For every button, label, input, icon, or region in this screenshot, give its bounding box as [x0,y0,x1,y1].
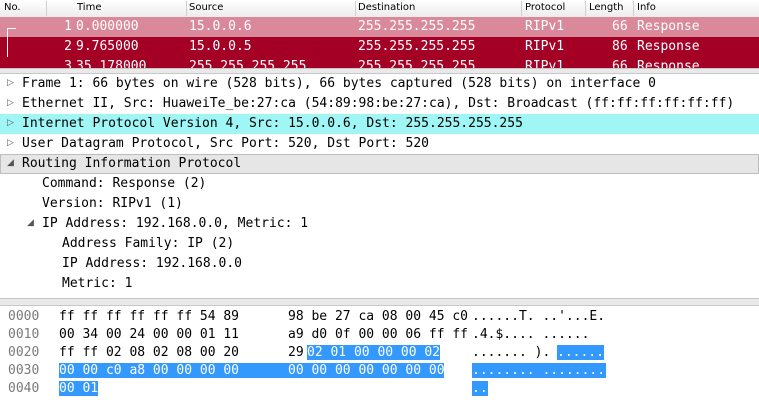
collapse-arrow-icon[interactable]: ◢ [7,158,19,170]
packet-row[interactable]: 3 35.178000 255.255.255.255 255.255.255.… [0,57,759,68]
hex-ascii-selected[interactable]: ........ ........ [472,363,606,378]
expand-arrow-icon[interactable]: ▷ [7,138,19,150]
pane-splitter[interactable] [0,298,759,306]
packet-no: 3 [64,59,72,68]
hex-ascii[interactable]: ......T. ..'...E. [472,309,605,324]
packet-row[interactable]: 1 0.000000 15.0.0.6 255.255.255.255 RIPv… [0,17,759,38]
expand-arrow-icon[interactable]: ▷ [7,78,19,90]
hex-dump-pane[interactable]: 0000 ff ff ff ff ff ff 54 89 98 be 27 ca… [0,308,759,402]
expand-arrow-icon[interactable]: ▷ [7,118,19,130]
packet-no: 2 [64,39,72,54]
tree-item-ip-address[interactable]: IP Address: 192.168.0.0 [0,254,759,274]
column-header-no[interactable]: No. [4,2,21,13]
tree-item-label: Command: Response (2) [42,176,207,191]
column-header-length[interactable]: Length [589,2,624,13]
hex-offset: 0020 [8,345,40,360]
hex-row: 0020 ff ff 02 08 02 08 00 20 29 ec 02 01… [0,344,759,362]
hex-ascii-selected[interactable]: .. [472,381,488,396]
tree-item-version[interactable]: Version: RIPv1 (1) [0,194,759,214]
column-header-protocol[interactable]: Protocol [525,2,565,13]
packet-source: 15.0.0.6 [189,19,252,34]
related-packet-bracket-icon [7,37,8,57]
packet-info: Response [637,19,700,34]
packet-source: 255.255.255.255 [189,59,307,68]
hex-offset: 0000 [8,309,40,324]
collapse-arrow-icon[interactable]: ◢ [27,218,39,230]
packet-length: 66 [612,59,628,68]
tree-item-frame[interactable]: ▷ Frame 1: 66 bytes on wire (528 bits), … [0,74,759,94]
hex-row: 0040 00 01 .. [0,380,759,398]
packet-destination: 255.255.255.255 [358,19,476,34]
tree-item-ip-entry[interactable]: ◢ IP Address: 192.168.0.0, Metric: 1 [0,214,759,234]
packet-length: 86 [612,39,628,54]
packet-time: 0.000000 [76,19,139,34]
tree-item-command[interactable]: Command: Response (2) [0,174,759,194]
hex-bytes-group: 00 00 00 00 00 00 00 00 [288,363,469,378]
packet-list: 1 0.000000 15.0.0.6 255.255.255.255 RIPv… [0,17,759,68]
expand-arrow-icon[interactable]: ▷ [7,98,19,110]
tree-item-metric[interactable]: Metric: 1 [0,274,759,294]
tree-item-label: Frame 1: 66 bytes on wire (528 bits), 66… [22,76,656,91]
tree-item-ip[interactable]: ▷ Internet Protocol Version 4, Src: 15.0… [0,114,759,134]
column-header-info[interactable]: Info [637,2,656,13]
tree-item-label: Ethernet II, Src: HuaweiTe_be:27:ca (54:… [22,96,735,111]
packet-length: 66 [612,19,628,34]
packet-info: Response [637,59,700,68]
hex-row: 0010 00 34 00 24 00 00 01 11 a9 d0 0f 00… [0,326,759,344]
tree-item-ethernet[interactable]: ▷ Ethernet II, Src: HuaweiTe_be:27:ca (5… [0,94,759,114]
hex-bytes-selected[interactable]: 02 01 00 00 00 02 [307,345,441,360]
tree-item-label: IP Address: 192.168.0.0, Metric: 1 [42,216,309,231]
tree-item-label: Version: RIPv1 (1) [42,196,183,211]
packet-destination: 255.255.255.255 [358,39,476,54]
hex-bytes[interactable]: ff ff ff ff ff ff 54 89 [59,309,239,324]
column-header-source[interactable]: Source [189,2,223,13]
hex-ascii[interactable]: ....... ). [472,345,550,360]
tree-item-label: Metric: 1 [62,276,133,291]
hex-ascii[interactable]: .4.$.... ...... [472,327,589,342]
packet-time: 9.765000 [76,39,139,54]
column-header-destination[interactable]: Destination [358,2,415,13]
packet-protocol: RIPv1 [525,39,565,54]
hex-bytes[interactable]: 00 34 00 24 00 00 01 11 [59,327,239,342]
packet-protocol: RIPv1 [525,19,565,34]
tree-item-label: Internet Protocol Version 4, Src: 15.0.0… [22,116,523,131]
packet-row[interactable]: 2 9.765000 15.0.0.5 255.255.255.255 RIPv… [0,37,759,57]
tree-item-label: User Datagram Protocol, Src Port: 520, D… [22,136,429,151]
hex-bytes[interactable]: 98 be 27 ca 08 00 45 c0 [288,309,468,324]
hex-row: 0030 00 00 c0 a8 00 00 00 00 00 00 00 00 … [0,362,759,380]
hex-bytes[interactable]: a9 d0 0f 00 00 06 ff ff [288,327,468,342]
hex-bytes-selected[interactable]: 00 00 c0 a8 00 00 00 00 00 00 00 00 00 00… [59,363,468,378]
hex-bytes[interactable]: ff ff 02 08 02 08 00 20 [59,345,239,360]
packet-destination: 255.255.255.255 [358,59,476,68]
packet-no: 1 [64,19,72,34]
packet-list-header: No. Time Source Destination Protocol Len… [0,0,759,18]
hex-bytes-group: 00 00 c0 a8 00 00 00 00 [59,363,240,378]
tree-item-label: Address Family: IP (2) [62,236,235,251]
hex-offset: 0010 [8,327,40,342]
hex-bytes-selected[interactable]: 00 01 [59,381,99,396]
tree-item-rip[interactable]: ◢ Routing Information Protocol [0,154,759,174]
packet-time: 35.178000 [76,59,147,68]
hex-offset: 0040 [8,381,40,396]
hex-row: 0000 ff ff ff ff ff ff 54 89 98 be 27 ca… [0,308,759,326]
tree-item-address-family[interactable]: Address Family: IP (2) [0,234,759,254]
tree-item-label: IP Address: 192.168.0.0 [62,256,243,271]
hex-ascii-selected[interactable]: ...... [557,345,604,360]
packet-source: 15.0.0.5 [189,39,252,54]
packet-info: Response [637,39,700,54]
column-header-time[interactable]: Time [77,2,101,13]
hex-offset: 0030 [8,363,40,378]
tree-item-udp[interactable]: ▷ User Datagram Protocol, Src Port: 520,… [0,134,759,154]
packet-protocol: RIPv1 [525,59,565,68]
packet-details-tree: ▷ Frame 1: 66 bytes on wire (528 bits), … [0,74,759,300]
tree-item-label: Routing Information Protocol [22,156,242,171]
